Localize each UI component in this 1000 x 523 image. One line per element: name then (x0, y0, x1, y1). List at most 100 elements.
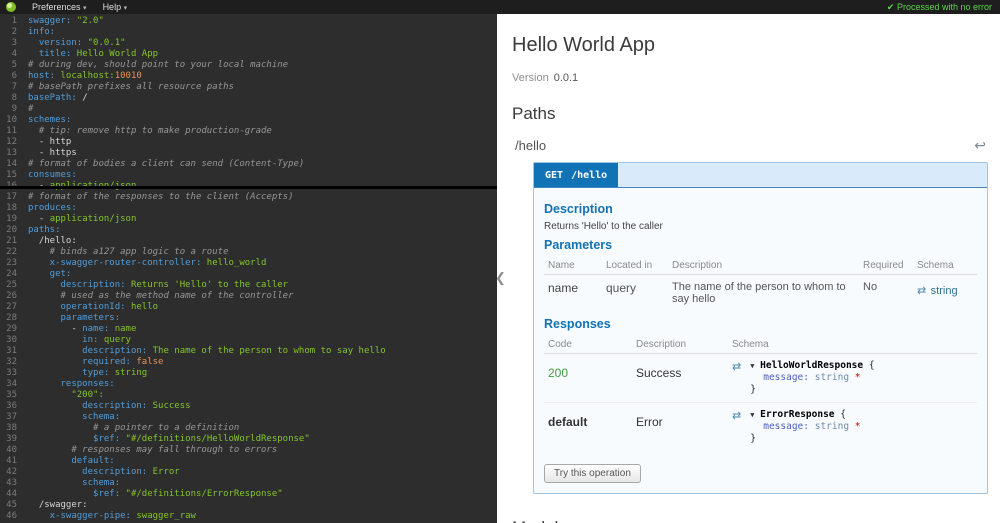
swagger-editor-app: Preferences ▾ Help ▾ ✔ Processed with no… (0, 0, 1000, 523)
column-header: Description (668, 257, 859, 275)
code-line[interactable]: title: Hello World App (28, 49, 497, 60)
back-arrow-icon[interactable]: ↩ (974, 137, 986, 154)
schema-field-type: string (814, 372, 850, 383)
code-line[interactable]: schema: (28, 412, 497, 423)
code-line[interactable]: # responses may fall through to errors (28, 445, 497, 456)
schema-field: message: (763, 421, 809, 432)
top-navbar: Preferences ▾ Help ▾ ✔ Processed with no… (0, 0, 1000, 14)
pane-resize-handle[interactable]: ❮ (495, 270, 506, 286)
code-line[interactable]: # format of bodies a client can send (Co… (28, 159, 497, 170)
response-schema: ⇄ ▼ ErrorResponse { message: string *} (728, 402, 977, 451)
menu-preferences[interactable]: Preferences ▾ (32, 2, 87, 12)
code-line[interactable]: basePath: / (28, 93, 497, 104)
code-line[interactable]: description: Error (28, 467, 497, 478)
schema-block: ▼ HelloWorldResponse { message: string * (750, 360, 874, 396)
code-line[interactable]: in: query (28, 335, 497, 346)
code-line[interactable]: # during dev, should point to your local… (28, 60, 497, 71)
responses-header-row: Code Description Schema (544, 336, 977, 354)
code-line[interactable]: - https (28, 148, 497, 159)
parameter-name: name (548, 281, 579, 295)
code-line[interactable]: schemes: (28, 115, 497, 126)
code-line[interactable]: schema: (28, 478, 497, 489)
code-line[interactable]: # (28, 104, 497, 115)
code-line[interactable]: description: The name of the person to w… (28, 346, 497, 357)
code-line[interactable]: # format of the responses to the client … (28, 192, 497, 203)
parameters-table: Name Located in Description Required Sch… (544, 257, 977, 311)
parameter-schema: ⇄ string (913, 275, 977, 312)
models-heading: Models (512, 518, 1000, 523)
transfer-icon[interactable]: ⇄ (732, 360, 741, 373)
code-line[interactable]: swagger: "2.0" (28, 16, 497, 27)
code-line[interactable]: operationId: hello (28, 302, 497, 313)
code-line[interactable]: $ref: "#/definitions/ErrorResponse" (28, 489, 497, 500)
code-line[interactable]: x-swagger-router-controller: hello_world (28, 258, 497, 269)
code-line[interactable]: info: (28, 27, 497, 38)
response-row: default Error ⇄ ▼ ErrorResponse {messag… (544, 402, 977, 451)
app-title: Hello World App (512, 34, 656, 56)
code-line[interactable]: - http (28, 137, 497, 148)
code-line[interactable]: $ref: "#/definitions/HelloWorldResponse" (28, 434, 497, 445)
parameter-row: name query The name of the person to who… (544, 275, 977, 312)
transfer-icon[interactable]: ⇄ (732, 409, 741, 422)
brace-open: { (868, 360, 875, 371)
method-badge[interactable]: GET /hello (534, 163, 619, 187)
code-line[interactable]: responses: (28, 379, 497, 390)
code-line[interactable]: produces: (28, 203, 497, 214)
code-line[interactable]: x-swagger-pipe: swagger_raw (28, 511, 497, 522)
response-code: default (544, 402, 632, 451)
code-line[interactable]: default: (28, 456, 497, 467)
brace-open: { (840, 409, 846, 420)
collapse-triangle-icon[interactable]: ▼ (750, 362, 754, 370)
method-label: GET (545, 169, 564, 181)
code-line[interactable]: "200": (28, 390, 497, 401)
code-line[interactable]: # binds a127 app logic to a route (28, 247, 497, 258)
parameter-located-in: query (606, 281, 637, 295)
schema-block: ▼ ErrorResponse { message: string *} (750, 409, 860, 445)
code-line[interactable]: - name: name (28, 324, 497, 335)
column-header: Name (544, 257, 602, 275)
collapse-triangle-icon[interactable]: ▼ (750, 411, 754, 419)
code-line[interactable]: description: Success (28, 401, 497, 412)
preview-panel: Hello World App Version 0.0.1 Paths /hell… (497, 14, 1000, 523)
schema-name: HelloWorldResponse (760, 360, 864, 371)
column-header: Located in (602, 257, 668, 275)
brace-close: } (750, 433, 756, 444)
try-operation-button[interactable]: Try this operation (544, 464, 641, 483)
column-header: Code (544, 336, 632, 354)
code-line[interactable]: type: string (28, 368, 497, 379)
code-line[interactable]: # used as the method name of the control… (28, 291, 497, 302)
swagger-logo-icon (6, 2, 16, 12)
code-line[interactable]: # basePath prefixes all resource paths (28, 82, 497, 93)
schema-name: ErrorResponse (760, 409, 835, 420)
parameter-required: No (863, 281, 878, 293)
code-line[interactable]: /swagger: (28, 500, 497, 511)
code-line[interactable]: paths: (28, 225, 497, 236)
version-value: 0.0.1 (553, 72, 579, 84)
code-line[interactable]: # tip: remove http to make production-gr… (28, 126, 497, 137)
caret-down-icon: ▾ (83, 5, 87, 12)
code-line[interactable]: get: (28, 269, 497, 280)
code-line[interactable]: description: Returns 'Hello' to the call… (28, 280, 497, 291)
description-heading: Description (544, 202, 613, 216)
transfer-icon[interactable]: ⇄ (917, 285, 926, 297)
code-line[interactable]: /hello: (28, 236, 497, 247)
response-schema: ⇄ ▼ HelloWorldResponse { message: string… (728, 354, 977, 403)
code-line[interactable]: consumes: (28, 170, 497, 181)
yaml-editor[interactable]: 1234567891011121314151617181920212223242… (0, 14, 497, 523)
menu-label: Help (102, 2, 122, 12)
chevron-left-icon: ❮ (495, 270, 506, 285)
editor-code[interactable]: swagger: "2.0" info: version: "0.0.1" tit… (22, 14, 497, 522)
code-line[interactable]: # a pointer to a definition (28, 423, 497, 434)
code-line[interactable]: - application/json (28, 214, 497, 225)
code-line[interactable]: version: "0.0.1" (28, 38, 497, 49)
path-link[interactable]: /hello (515, 138, 546, 153)
schema-field-type: string (814, 421, 850, 432)
code-line[interactable]: required: false (28, 357, 497, 368)
operation-header[interactable]: GET /hello (534, 163, 987, 188)
menu-help[interactable]: Help ▾ (103, 2, 128, 12)
code-line[interactable]: host: localhost:10010 (28, 71, 497, 82)
description-text: Returns 'Hello' to the caller (544, 221, 663, 232)
path-row: /hello ↩ (515, 137, 986, 154)
parameters-heading: Parameters (544, 238, 613, 252)
code-line[interactable]: parameters: (28, 313, 497, 324)
